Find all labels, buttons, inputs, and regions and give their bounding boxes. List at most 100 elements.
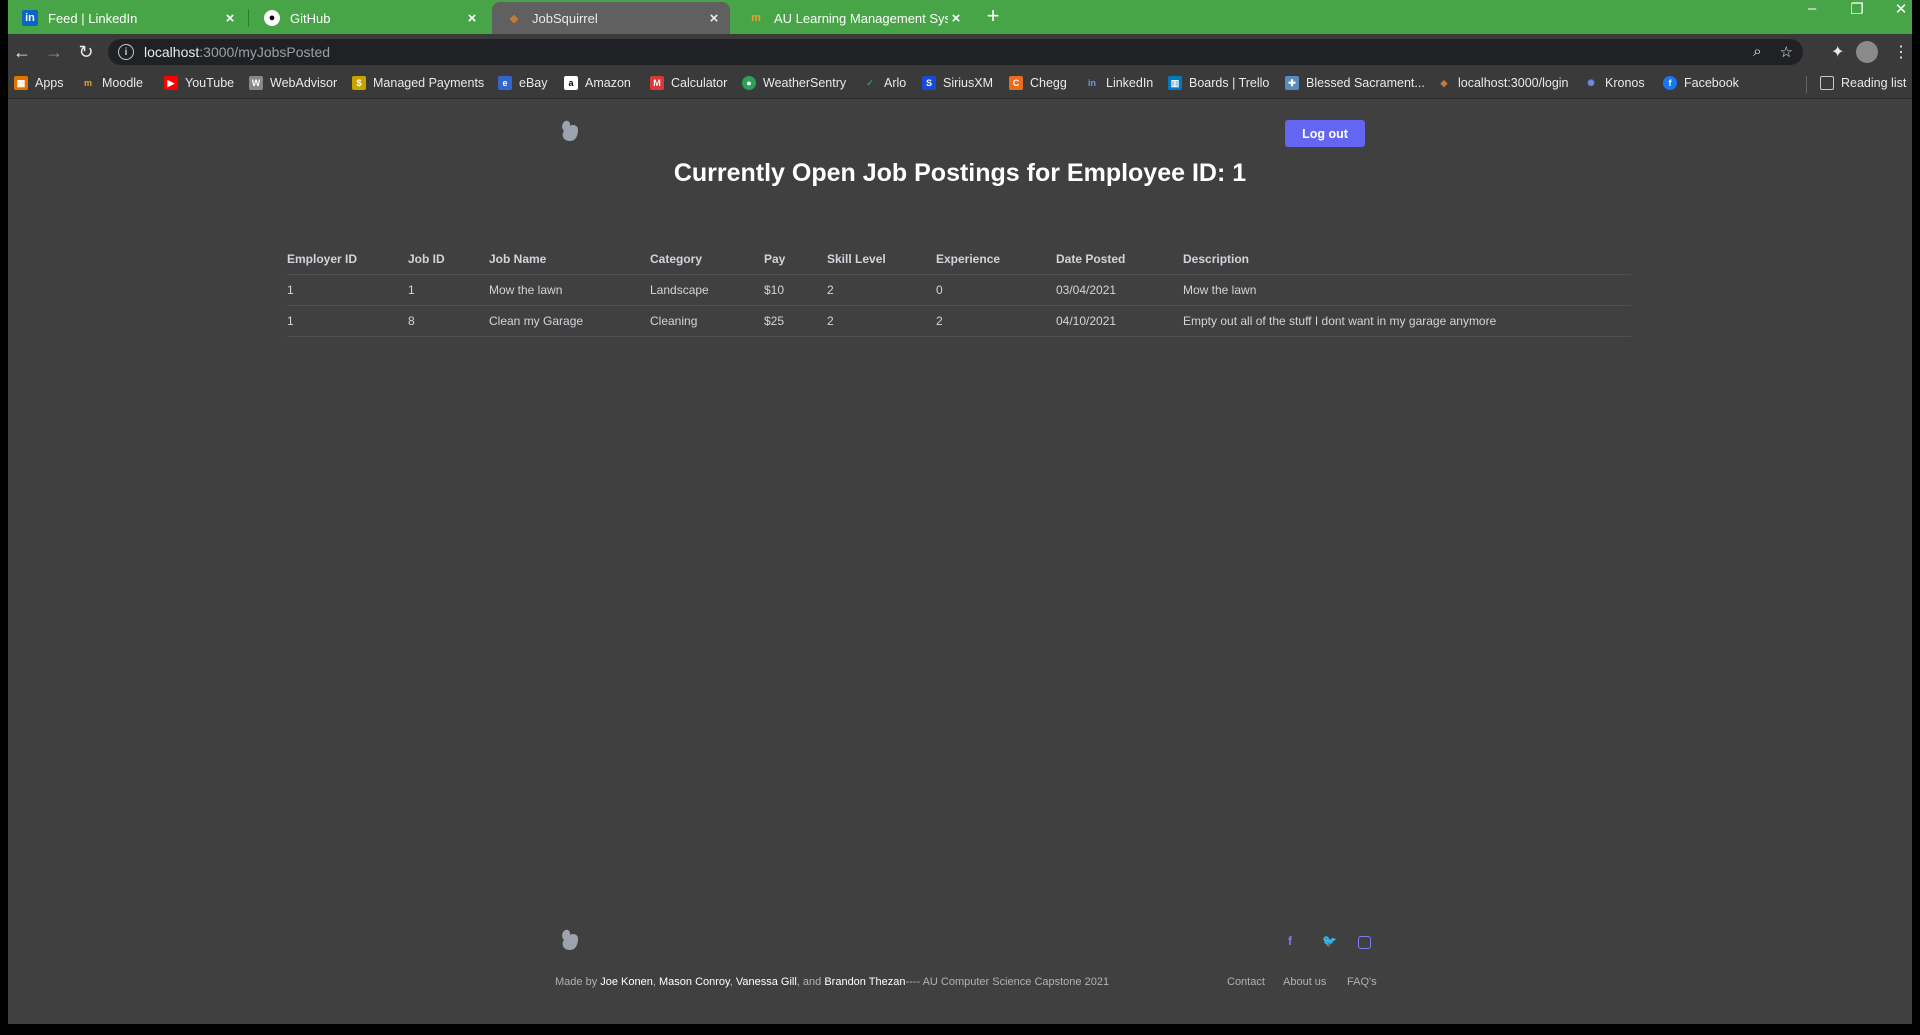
table-cell: 1 xyxy=(408,274,489,306)
close-tab-icon[interactable]: × xyxy=(464,10,480,27)
bookmark-localhost-login[interactable]: ◆ localhost:3000/login xyxy=(1437,76,1569,90)
tab-strip: in Feed | LinkedIn × ● GitHub × ◆ JobSqu… xyxy=(8,0,1912,34)
column-header: Pay xyxy=(764,244,827,275)
back-button[interactable]: ← xyxy=(10,40,34,64)
amazon-icon: a xyxy=(564,76,578,90)
kronos-icon: ✺ xyxy=(1587,77,1595,88)
column-header: Skill Level xyxy=(827,244,936,275)
footer-link-contact[interactable]: Contact xyxy=(1227,976,1265,988)
table-cell: 0 xyxy=(936,274,1056,306)
bookmark-apps[interactable]: ▦ Apps xyxy=(14,76,64,90)
bookmark-webadvisor[interactable]: W WebAdvisor xyxy=(249,76,337,90)
tab-au-lms[interactable]: m AU Learning Management System × xyxy=(734,2,972,34)
close-tab-icon[interactable]: × xyxy=(948,10,964,27)
moodle-icon: m xyxy=(751,12,761,24)
reading-list-icon xyxy=(1820,76,1834,90)
reload-button[interactable]: ↻ xyxy=(74,40,98,64)
table-cell: Mow the lawn xyxy=(489,274,650,306)
bookmark-siriusxm[interactable]: S SiriusXM xyxy=(922,76,993,90)
minimize-button[interactable]: – xyxy=(1797,0,1827,17)
church-icon: ✚ xyxy=(1285,76,1299,90)
table-row: 1 8 Clean my Garage Cleaning $25 2 2 04/… xyxy=(287,305,1631,337)
close-tab-icon[interactable]: × xyxy=(222,10,238,27)
instagram-icon[interactable] xyxy=(1358,936,1371,949)
bookmark-amazon[interactable]: a Amazon xyxy=(564,76,631,90)
restore-button[interactable]: ❐ xyxy=(1842,0,1872,18)
chegg-icon: C xyxy=(1009,76,1023,90)
job-postings-table: Employer ID Job ID Job Name Category Pay… xyxy=(287,244,1631,337)
bookmark-weathersentry[interactable]: ● WeatherSentry xyxy=(742,76,846,90)
table-cell: 1 xyxy=(287,305,408,337)
bookmark-linkedin[interactable]: in LinkedIn xyxy=(1085,76,1153,90)
apps-grid-icon: ▦ xyxy=(14,76,28,90)
bookmark-kronos[interactable]: ✺ Kronos xyxy=(1584,76,1644,90)
table-cell: Cleaning xyxy=(650,305,764,337)
trello-icon: ▥ xyxy=(1168,76,1182,90)
table-cell: 1 xyxy=(287,274,408,306)
facebook-icon: f xyxy=(1663,76,1677,90)
moodle-icon: m xyxy=(83,78,92,88)
page-title: Currently Open Job Postings for Employee… xyxy=(673,159,1247,187)
logout-button[interactable]: Log out xyxy=(1285,120,1365,147)
tab-jobsquirrel[interactable]: ◆ JobSquirrel × xyxy=(492,2,730,34)
bookmark-blessed-sacrament[interactable]: ✚ Blessed Sacrament... xyxy=(1285,76,1425,90)
footer-link-faqs[interactable]: FAQ's xyxy=(1347,976,1377,988)
table-cell: $25 xyxy=(764,305,827,337)
calculator-icon: M xyxy=(650,76,664,90)
column-header: Experience xyxy=(936,244,1056,275)
table-cell: Empty out all of the stuff I dont want i… xyxy=(1183,305,1631,337)
bookmark-managed-payments[interactable]: $ Managed Payments xyxy=(352,76,484,90)
close-window-button[interactable]: ✕ xyxy=(1886,0,1912,18)
reading-list[interactable]: Reading list xyxy=(1820,76,1906,90)
column-header: Employer ID xyxy=(287,244,408,275)
table-row: 1 1 Mow the lawn Landscape $10 2 0 03/04… xyxy=(287,274,1631,306)
bookmark-chegg[interactable]: C Chegg xyxy=(1009,76,1067,90)
bookmark-arlo[interactable]: ✓ Arlo xyxy=(863,76,906,90)
webadvisor-icon: W xyxy=(249,76,263,90)
table-cell: 2 xyxy=(936,305,1056,337)
bookmark-youtube[interactable]: ▶ YouTube xyxy=(164,76,234,90)
site-info-icon[interactable]: i xyxy=(118,44,134,60)
column-header: Category xyxy=(650,244,764,275)
facebook-icon[interactable]: f xyxy=(1288,934,1292,948)
browser-toolbar: ← → ↻ i localhost:3000/myJobsPosted ⌕ ☆ … xyxy=(8,34,1912,70)
payments-icon: $ xyxy=(352,76,366,90)
page-content: Log out Currently Open Job Postings for … xyxy=(8,99,1912,1024)
twitter-icon[interactable]: 🐦 xyxy=(1322,934,1337,948)
table-cell: 8 xyxy=(408,305,489,337)
table-header-row: Employer ID Job ID Job Name Category Pay… xyxy=(287,244,1631,275)
arlo-icon: ✓ xyxy=(866,77,874,88)
profile-avatar[interactable] xyxy=(1856,41,1878,63)
column-header: Date Posted xyxy=(1056,244,1183,275)
url-text[interactable]: localhost:3000/myJobsPosted xyxy=(144,44,330,60)
github-icon: ● xyxy=(264,10,280,26)
bookmark-star-icon[interactable]: ☆ xyxy=(1780,43,1793,61)
weather-icon: ● xyxy=(742,76,756,90)
bookmark-facebook[interactable]: f Facebook xyxy=(1663,76,1739,90)
bookmark-ebay[interactable]: e eBay xyxy=(498,76,548,90)
bookmark-calculator[interactable]: M Calculator xyxy=(650,76,727,90)
tab-linkedin[interactable]: in Feed | LinkedIn × xyxy=(8,2,246,34)
table-cell: Clean my Garage xyxy=(489,305,650,337)
extensions-icon[interactable]: ✦ xyxy=(1831,42,1844,62)
new-tab-button[interactable]: + xyxy=(978,3,1008,29)
tab-github[interactable]: ● GitHub × xyxy=(250,2,488,34)
menu-kebab-icon[interactable]: ⋮ xyxy=(1893,42,1909,62)
bookmarks-bar: ▦ Apps m Moodle ▶ YouTube W WebAdvisor $ Mana… xyxy=(8,70,1912,99)
close-tab-icon[interactable]: × xyxy=(706,10,722,27)
table-cell: 04/10/2021 xyxy=(1056,305,1183,337)
bookmark-trello[interactable]: ▥ Boards | Trello xyxy=(1168,76,1269,90)
forward-button[interactable]: → xyxy=(42,40,66,64)
column-header: Job ID xyxy=(408,244,489,275)
footer-link-about-us[interactable]: About us xyxy=(1283,976,1326,988)
footer-squirrel-logo-icon[interactable] xyxy=(559,928,581,952)
bookmark-moodle[interactable]: m Moodle xyxy=(81,76,143,90)
table-cell: 2 xyxy=(827,274,936,306)
squirrel-logo-icon[interactable] xyxy=(559,119,581,143)
table-cell: Mow the lawn xyxy=(1183,274,1631,306)
column-header: Job Name xyxy=(489,244,650,275)
table-cell: 2 xyxy=(827,305,936,337)
address-bar[interactable]: i localhost:3000/myJobsPosted ⌕ ☆ xyxy=(108,39,1803,65)
squirrel-icon: ◆ xyxy=(1440,77,1448,88)
zoom-icon[interactable]: ⌕ xyxy=(1753,43,1761,61)
